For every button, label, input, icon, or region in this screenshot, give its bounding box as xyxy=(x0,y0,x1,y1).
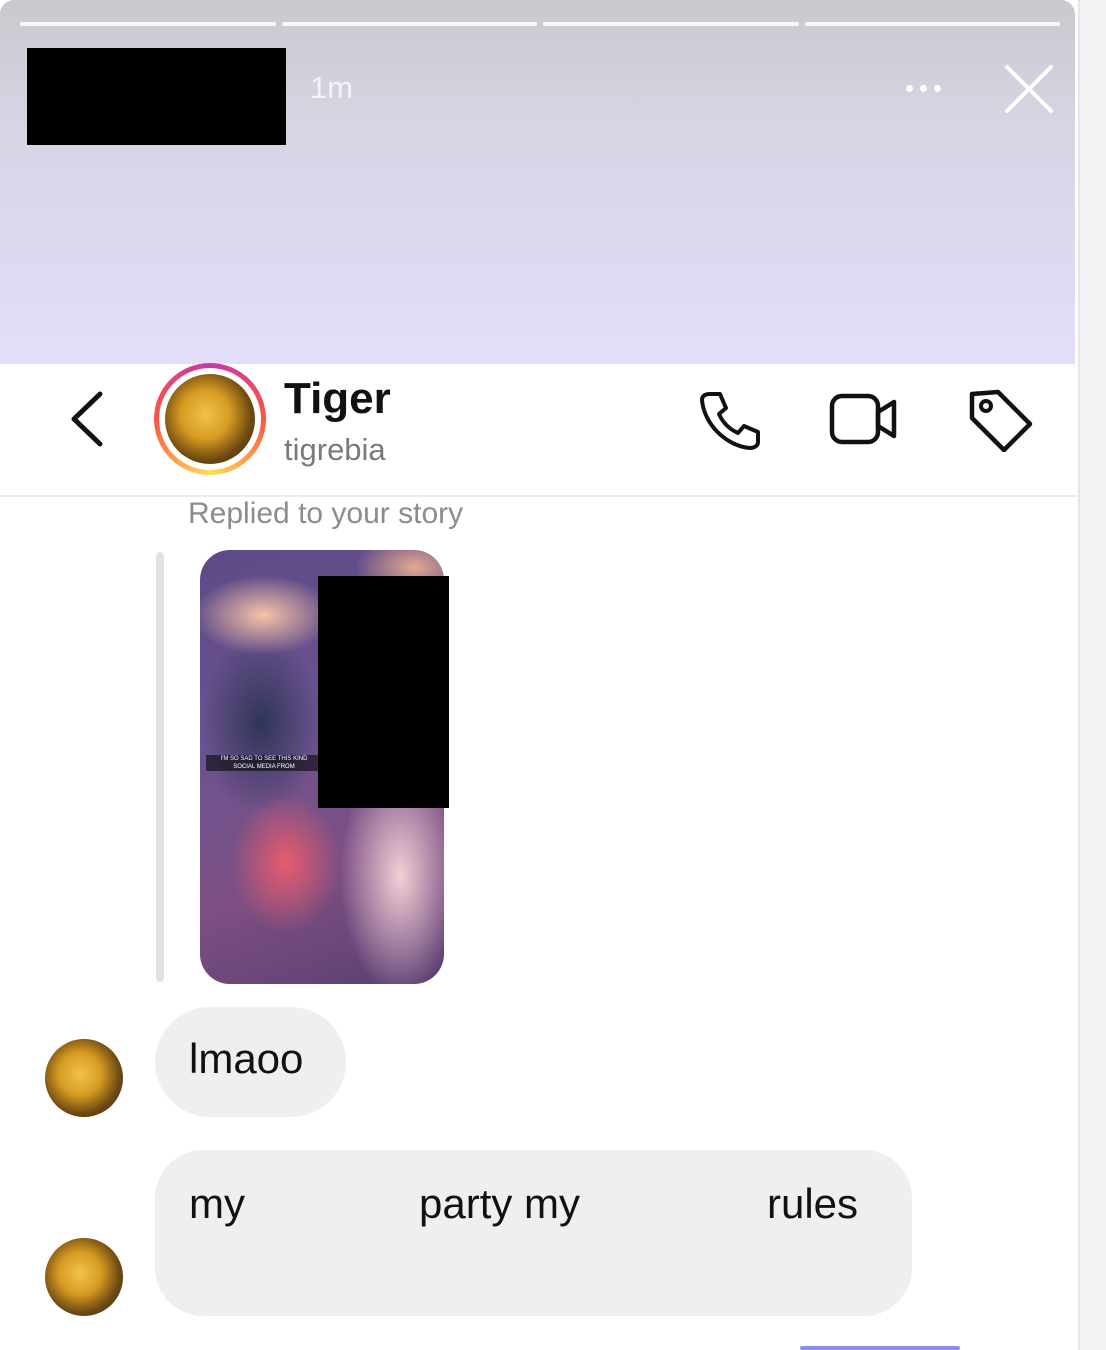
window-edge xyxy=(1078,0,1106,1350)
phone-icon[interactable] xyxy=(696,388,762,450)
back-icon[interactable] xyxy=(62,388,112,450)
redacted-area xyxy=(318,576,449,808)
message-bubble[interactable]: my party my rules xyxy=(155,1150,912,1316)
tiger-avatar-image xyxy=(45,1039,123,1117)
tag-icon[interactable] xyxy=(966,386,1034,452)
message-avatar[interactable] xyxy=(45,1039,123,1117)
contact-display-name[interactable]: Tiger xyxy=(284,374,391,424)
story-progress-segment xyxy=(804,22,1060,26)
story-caption: I'M SO SAD TO SEE THIS KIND SOCIAL MEDIA… xyxy=(206,755,322,771)
redacted-story-author xyxy=(27,48,286,145)
video-icon[interactable] xyxy=(828,388,900,450)
story-timestamp: 1m xyxy=(310,70,354,105)
message-bubble[interactable]: lmaoo xyxy=(155,1007,346,1117)
avatar[interactable] xyxy=(154,363,266,475)
story-progress-segment xyxy=(543,22,799,26)
tiger-avatar-image xyxy=(165,374,255,464)
more-icon[interactable] xyxy=(906,80,950,96)
message-text: my xyxy=(189,1180,245,1227)
story-progress-segment xyxy=(281,22,537,26)
bottom-accent xyxy=(800,1346,960,1350)
close-icon[interactable] xyxy=(1002,62,1056,116)
message-text: party my xyxy=(419,1180,581,1227)
message-text: lmaoo xyxy=(189,1035,304,1082)
tiger-avatar-image xyxy=(45,1238,123,1316)
message-avatar[interactable] xyxy=(45,1238,123,1316)
story-reply-note: Replied to your story xyxy=(188,497,464,530)
story-progress-segment xyxy=(20,22,276,26)
reply-quote-bar xyxy=(156,552,164,982)
contact-username[interactable]: tigrebia xyxy=(284,432,386,468)
message-text: rules xyxy=(767,1180,859,1227)
story-progress-bar xyxy=(20,22,1060,27)
story-viewer-header: 1m xyxy=(0,0,1075,364)
